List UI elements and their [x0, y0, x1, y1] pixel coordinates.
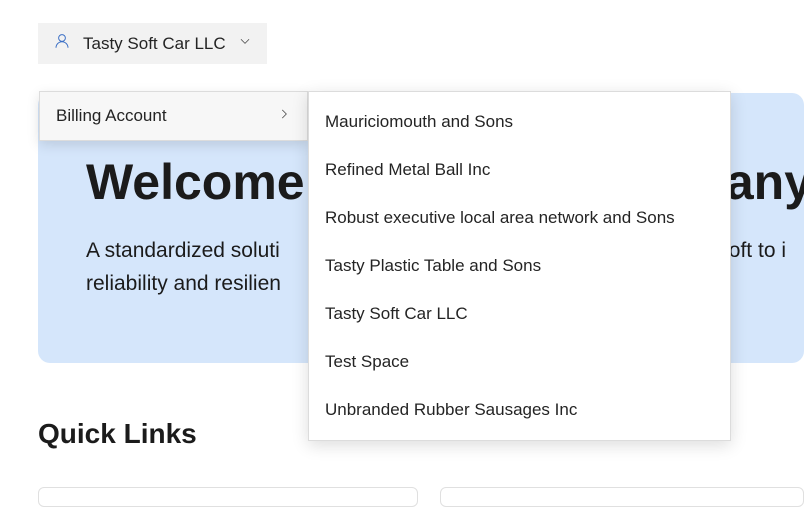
- submenu-item[interactable]: Tasty Soft Car LLC: [309, 290, 730, 338]
- account-dropdown-panel: Billing Account: [39, 91, 308, 141]
- submenu-item[interactable]: Refined Metal Ball Inc: [309, 146, 730, 194]
- submenu-item[interactable]: Test Space: [309, 338, 730, 386]
- billing-account-submenu: Mauriciomouth and Sons Refined Metal Bal…: [308, 91, 731, 441]
- submenu-item[interactable]: Unbranded Rubber Sausages Inc: [309, 386, 730, 434]
- quick-link-card[interactable]: [440, 487, 804, 507]
- chevron-down-icon: [238, 34, 252, 53]
- dropdown-item-billing-account[interactable]: Billing Account: [40, 92, 307, 140]
- account-selector-label: Tasty Soft Car LLC: [83, 34, 226, 54]
- submenu-item[interactable]: Robust executive local area network and …: [309, 194, 730, 242]
- account-selector[interactable]: Tasty Soft Car LLC: [38, 23, 267, 64]
- quick-link-card[interactable]: [38, 487, 418, 507]
- person-icon: [53, 32, 71, 55]
- submenu-item[interactable]: Mauriciomouth and Sons: [309, 98, 730, 146]
- dropdown-item-label: Billing Account: [56, 106, 167, 126]
- chevron-right-icon: [277, 106, 291, 126]
- submenu-item[interactable]: Tasty Plastic Table and Sons: [309, 242, 730, 290]
- quick-links-heading: Quick Links: [38, 418, 197, 450]
